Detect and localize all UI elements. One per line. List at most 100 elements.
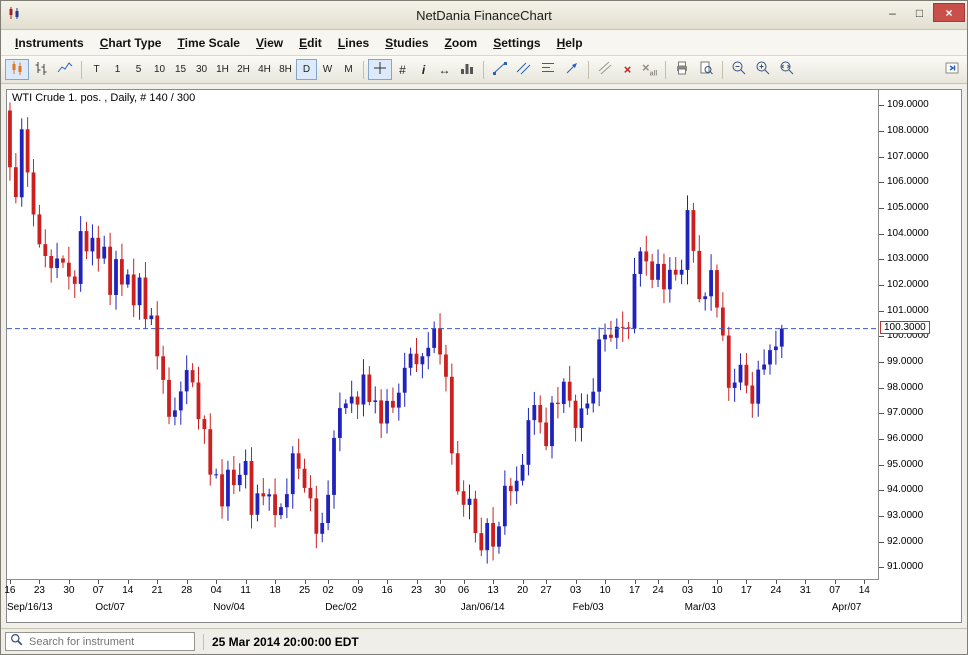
toolbar-separator <box>665 61 666 79</box>
toolbar-separator <box>588 61 589 79</box>
minimize-button[interactable]: – <box>879 3 906 22</box>
price-tick <box>879 542 884 543</box>
timeframe-30m-button[interactable]: 30 <box>191 59 212 80</box>
candles <box>8 102 784 563</box>
timeframe-daily-button[interactable]: D <box>296 59 317 80</box>
zoom-out-icon <box>731 60 747 79</box>
time-tick <box>417 580 418 584</box>
price-tick <box>879 465 884 466</box>
parallel-lines-icon <box>597 60 613 79</box>
horizontal-scale-button[interactable]: ↔ <box>434 59 455 80</box>
timeframe-1h-button[interactable]: 1H <box>212 59 233 80</box>
search-input[interactable] <box>27 635 190 649</box>
menu-item-edit[interactable]: Edit <box>291 33 330 53</box>
parallel-lines-button[interactable] <box>593 59 617 80</box>
crosshair-icon <box>372 60 388 79</box>
time-tick <box>776 580 777 584</box>
price-tick <box>879 259 884 260</box>
timeframe-15m-button[interactable]: 15 <box>170 59 191 80</box>
zoom-fit-button[interactable] <box>775 59 799 80</box>
fibonacci-button[interactable] <box>536 59 560 80</box>
trend-channel-button[interactable] <box>512 59 536 80</box>
delete-all-icon: ×all <box>642 61 657 78</box>
time-tick <box>246 580 247 584</box>
delete-drawing-button[interactable]: × <box>617 59 638 80</box>
time-tick <box>658 580 659 584</box>
ohlc-bar-icon <box>33 60 49 79</box>
time-tick <box>835 580 836 584</box>
delete-all-drawings-button[interactable]: ×all <box>638 59 661 80</box>
timeframe-2h-button[interactable]: 2H <box>233 59 254 80</box>
time-label: 10 <box>711 585 722 596</box>
instrument-search-box[interactable] <box>5 632 195 651</box>
price-label: 105.0000 <box>887 202 929 213</box>
grid-button[interactable]: # <box>392 59 413 80</box>
timeframe-weekly-button[interactable]: W <box>317 59 338 80</box>
time-label: 27 <box>541 585 552 596</box>
trendline-button[interactable] <box>488 59 512 80</box>
price-label: 104.0000 <box>887 228 929 239</box>
info-icon: i <box>422 64 425 76</box>
menu-item-lines[interactable]: Lines <box>330 33 377 53</box>
dock-panel-button[interactable] <box>940 59 964 80</box>
print-button[interactable] <box>670 59 694 80</box>
candlestick-chart <box>7 90 879 580</box>
timeframe-4h-button[interactable]: 4H <box>254 59 275 80</box>
zoom-out-button[interactable] <box>727 59 751 80</box>
price-tick <box>879 157 884 158</box>
time-axis[interactable]: 1623300714212804111825020916233006132027… <box>7 579 879 622</box>
maximize-button[interactable]: □ <box>906 3 933 22</box>
price-tick <box>879 413 884 414</box>
time-tick <box>576 580 577 584</box>
title-bar[interactable]: NetDania FinanceChart – □ × <box>1 1 967 30</box>
menu-item-zoom[interactable]: Zoom <box>437 33 486 53</box>
chart-type-line-button[interactable] <box>53 59 77 80</box>
close-button[interactable]: × <box>933 3 965 22</box>
time-label: 24 <box>653 585 664 596</box>
timeframe-tick-button[interactable]: T <box>86 59 107 80</box>
time-tick <box>864 580 865 584</box>
price-label: 93.0000 <box>887 510 923 521</box>
crosshair-button[interactable] <box>368 59 392 80</box>
menu-item-settings[interactable]: Settings <box>485 33 548 53</box>
time-label: 09 <box>352 585 363 596</box>
menu-item-view[interactable]: View <box>248 33 291 53</box>
timeframe-10m-button[interactable]: 10 <box>149 59 170 80</box>
delete-icon: × <box>624 63 632 76</box>
menu-item-studies[interactable]: Studies <box>377 33 436 53</box>
menu-item-instruments[interactable]: Instruments <box>7 33 92 53</box>
time-label: 14 <box>122 585 133 596</box>
time-label: 11 <box>240 585 250 596</box>
price-axis[interactable]: 100.3000 109.0000108.0000107.0000106.000… <box>878 90 961 580</box>
zoom-in-button[interactable] <box>751 59 775 80</box>
time-tick <box>746 580 747 584</box>
price-label: 98.0000 <box>887 382 923 393</box>
menu-item-chart-type[interactable]: Chart Type <box>92 33 170 53</box>
timeframe-8h-button[interactable]: 8H <box>275 59 296 80</box>
month-label: Apr/07 <box>832 602 861 613</box>
timeframe-5m-button[interactable]: 5 <box>128 59 149 80</box>
price-label: 99.0000 <box>887 356 923 367</box>
chart-type-bar-button[interactable] <box>29 59 53 80</box>
price-tick <box>879 336 884 337</box>
price-tick <box>879 516 884 517</box>
volume-button[interactable] <box>455 59 479 80</box>
price-tick <box>879 388 884 389</box>
chart-type-candlestick-button[interactable] <box>5 59 29 80</box>
price-tick <box>879 362 884 363</box>
chart-area: WTI Crude 1. pos. , Daily, # 140 / 300 1… <box>1 84 967 628</box>
print-preview-button[interactable] <box>694 59 718 80</box>
time-tick <box>328 580 329 584</box>
status-bar: 25 Mar 2014 20:00:00 EDT <box>1 628 967 654</box>
chart-plot[interactable] <box>7 90 879 580</box>
month-label: Jan/06/14 <box>461 602 505 613</box>
timeframe-1m-button[interactable]: 1 <box>107 59 128 80</box>
price-label: 97.0000 <box>887 407 923 418</box>
arrow-tool-button[interactable] <box>560 59 584 80</box>
timeframe-monthly-button[interactable]: M <box>338 59 359 80</box>
candlestick-icon <box>9 60 25 79</box>
time-tick <box>275 580 276 584</box>
menu-item-help[interactable]: Help <box>549 33 591 53</box>
info-button[interactable]: i <box>413 59 434 80</box>
menu-item-time-scale[interactable]: Time Scale <box>169 33 248 53</box>
